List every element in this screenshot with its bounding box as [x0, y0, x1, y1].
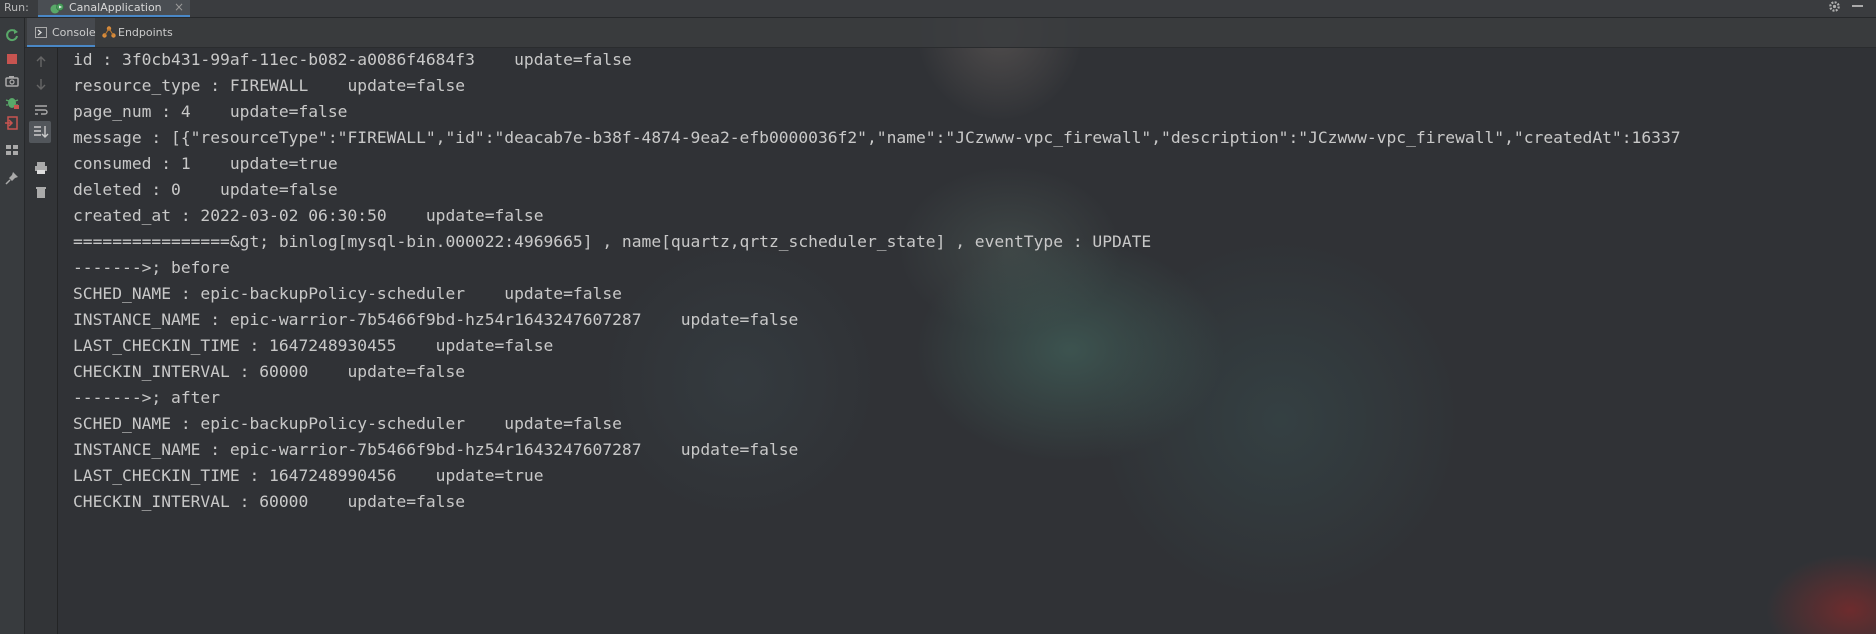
run-config-tab[interactable]: CanalApplication × — [38, 0, 190, 17]
console-line: created_at : 2022-03-02 06:30:50 update=… — [73, 206, 544, 225]
tab-console[interactable]: Console — [27, 18, 96, 47]
console-line: SCHED_NAME : epic-backupPolicy-scheduler… — [73, 414, 622, 433]
console-line: ------->; before — [73, 258, 230, 277]
console-line: INSTANCE_NAME : epic-warrior-7b5466f9bd-… — [73, 440, 799, 459]
debug-icon[interactable] — [4, 94, 20, 110]
console-line: ------->; after — [73, 388, 221, 407]
tab-endpoints[interactable]: Endpoints — [97, 18, 179, 47]
console-line: ================&gt; binlog[mysql-bin.00… — [73, 232, 1152, 251]
tab-endpoints-label: Endpoints — [118, 26, 173, 39]
run-label: Run: — [4, 1, 29, 14]
console-line: consumed : 1 update=true — [73, 154, 338, 173]
rerun-icon[interactable] — [4, 27, 20, 43]
console-line: resource_type : FIREWALL update=false — [73, 76, 466, 95]
tab-console-label: Console — [52, 26, 96, 39]
run-subtabs: Console Endpoints — [25, 18, 1876, 48]
console-line: deleted : 0 update=false — [73, 180, 338, 199]
console-line: CHECKIN_INTERVAL : 60000 update=false — [73, 362, 466, 381]
console-line: SCHED_NAME : epic-backupPolicy-scheduler… — [73, 284, 622, 303]
run-left-toolbar — [0, 18, 25, 634]
console-line: message : [{"resourceType":"FIREWALL","i… — [73, 128, 1681, 147]
console-line: LAST_CHECKIN_TIME : 1647248990456 update… — [73, 466, 544, 485]
console-line: page_num : 4 update=false — [73, 102, 348, 121]
layout-icon[interactable] — [4, 142, 20, 158]
exit-icon[interactable] — [4, 115, 20, 131]
console-line: id : 3f0cb431-99af-11ec-b082-a0086f4684f… — [73, 50, 632, 69]
stop-icon[interactable] — [4, 51, 20, 67]
console-icon — [35, 27, 47, 41]
scroll-up-icon[interactable] — [33, 54, 49, 68]
scroll-to-end-icon[interactable] — [29, 121, 51, 143]
soft-wrap-icon[interactable] — [33, 102, 49, 116]
endpoints-icon — [102, 26, 116, 41]
scroll-down-icon[interactable] — [33, 76, 49, 90]
console-line: INSTANCE_NAME : epic-warrior-7b5466f9bd-… — [73, 310, 799, 329]
console-line: LAST_CHECKIN_TIME : 1647248930455 update… — [73, 336, 554, 355]
console-line: CHECKIN_INTERVAL : 60000 update=false — [73, 492, 466, 511]
clear-icon[interactable] — [33, 184, 49, 198]
app-run-icon — [50, 2, 64, 18]
print-icon[interactable] — [33, 160, 49, 174]
minimize-icon[interactable] — [1852, 5, 1863, 7]
pin-icon[interactable] — [4, 170, 20, 186]
close-icon[interactable]: × — [174, 0, 184, 14]
run-tab-title: CanalApplication — [69, 1, 162, 14]
camera-icon[interactable] — [4, 73, 20, 89]
settings-icon[interactable] — [1828, 0, 1841, 17]
console-output[interactable]: id : 3f0cb431-99af-11ec-b082-a0086f4684f… — [58, 48, 1876, 634]
console-toolbar — [25, 48, 58, 634]
run-toolwindow-header: Run: CanalApplication × — [0, 0, 1876, 18]
